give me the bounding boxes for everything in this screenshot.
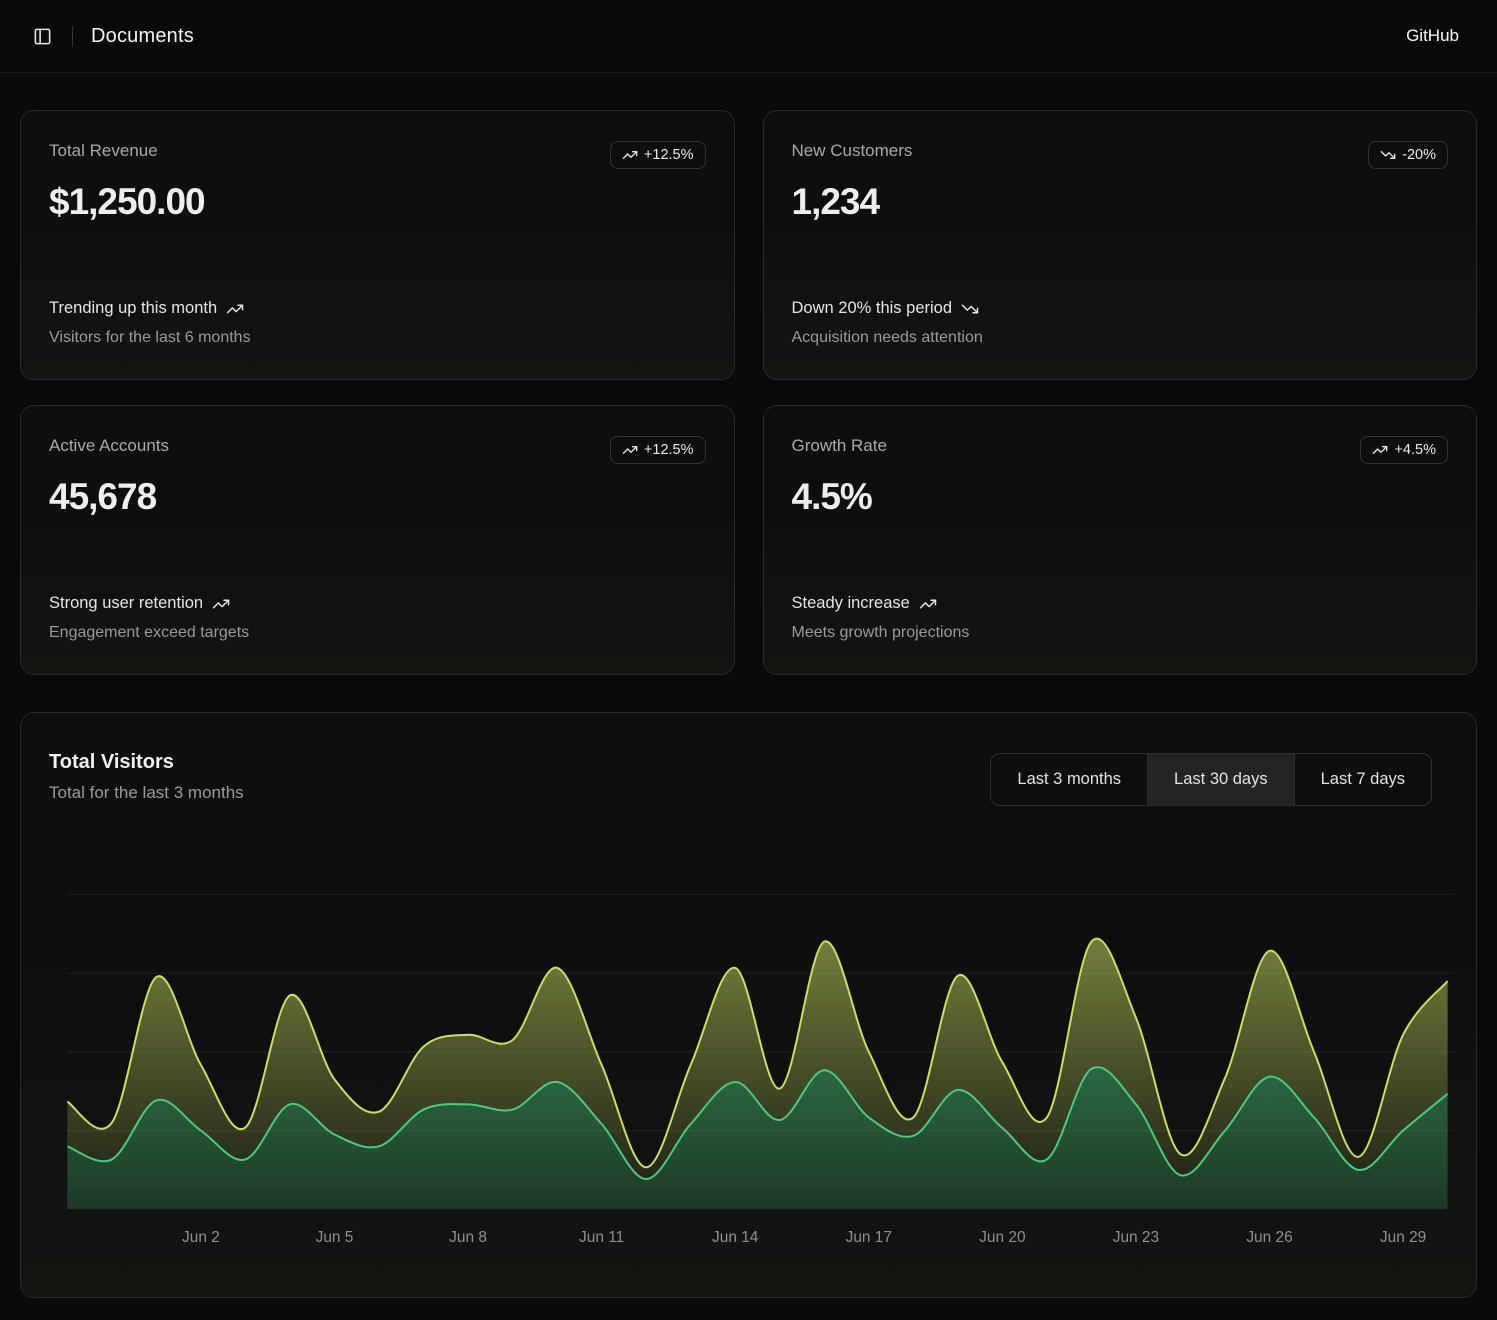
stat-label: Total Revenue bbox=[49, 141, 158, 161]
trending-up-icon bbox=[622, 147, 638, 163]
trending-down-icon bbox=[961, 300, 979, 318]
badge-value: -20% bbox=[1402, 147, 1436, 163]
header: Documents GitHub bbox=[0, 0, 1497, 73]
trending-up-icon bbox=[212, 595, 230, 613]
range-toggle-group: Last 3 months Last 30 days Last 7 days bbox=[990, 753, 1432, 806]
x-axis-tick-label: Jun 11 bbox=[579, 1229, 624, 1246]
stat-card-active-accounts: Active Accounts +12.5% 45,678 Strong use… bbox=[20, 405, 735, 675]
stat-label: New Customers bbox=[792, 141, 913, 161]
x-axis-tick-label: Jun 17 bbox=[846, 1229, 892, 1246]
stat-label: Active Accounts bbox=[49, 436, 169, 456]
stat-footer-desc: Acquisition needs attention bbox=[792, 329, 1449, 347]
trend-badge: +12.5% bbox=[610, 436, 706, 464]
trending-up-icon bbox=[1372, 442, 1388, 458]
x-axis-tick-label: Jun 20 bbox=[979, 1229, 1025, 1246]
stat-footer-title: Trending up this month bbox=[49, 299, 217, 318]
stat-footer-desc: Visitors for the last 6 months bbox=[49, 329, 706, 347]
x-axis-tick-label: Jun 2 bbox=[182, 1229, 220, 1246]
trending-up-icon bbox=[622, 442, 638, 458]
stat-footer-desc: Engagement exceed targets bbox=[49, 624, 706, 642]
stat-card-growth-rate: Growth Rate +4.5% 4.5% Steady increase M… bbox=[763, 405, 1478, 675]
stat-value: 4.5% bbox=[792, 476, 1449, 518]
stat-footer-title: Down 20% this period bbox=[792, 299, 953, 318]
x-axis-tick-label: Jun 23 bbox=[1113, 1229, 1159, 1246]
range-button-last-30-days[interactable]: Last 30 days bbox=[1147, 753, 1295, 806]
panel-left-icon bbox=[33, 27, 52, 46]
main-content: Total Revenue +12.5% $1,250.00 Trending … bbox=[0, 73, 1497, 1298]
stat-card-new-customers: New Customers -20% 1,234 Down 20% this p… bbox=[763, 110, 1478, 380]
trend-badge: +4.5% bbox=[1360, 436, 1448, 464]
x-axis-tick-label: Jun 14 bbox=[712, 1229, 759, 1246]
stat-card-total-revenue: Total Revenue +12.5% $1,250.00 Trending … bbox=[20, 110, 735, 380]
stat-footer-desc: Meets growth projections bbox=[792, 624, 1449, 642]
page-title: Documents bbox=[91, 25, 194, 48]
sidebar-toggle-button[interactable] bbox=[26, 20, 58, 52]
header-divider bbox=[72, 26, 73, 47]
range-button-last-7-days[interactable]: Last 7 days bbox=[1294, 753, 1432, 806]
stat-value: 45,678 bbox=[49, 476, 706, 518]
x-axis-tick-label: Jun 8 bbox=[449, 1229, 487, 1246]
badge-value: +4.5% bbox=[1394, 442, 1436, 458]
x-axis-tick-label: Jun 29 bbox=[1380, 1229, 1426, 1246]
trend-badge: +12.5% bbox=[610, 141, 706, 169]
github-link[interactable]: GitHub bbox=[1394, 18, 1471, 54]
stat-label: Growth Rate bbox=[792, 436, 887, 456]
total-visitors-card: Total Visitors Total for the last 3 mont… bbox=[20, 712, 1477, 1298]
range-button-last-3-months[interactable]: Last 3 months bbox=[990, 753, 1148, 806]
trending-up-icon bbox=[919, 595, 937, 613]
stat-footer-title: Steady increase bbox=[792, 594, 910, 613]
trending-up-icon bbox=[226, 300, 244, 318]
stat-footer-title: Strong user retention bbox=[49, 594, 203, 613]
trending-down-icon bbox=[1380, 147, 1396, 163]
trend-badge: -20% bbox=[1368, 141, 1448, 169]
badge-value: +12.5% bbox=[644, 442, 694, 458]
x-axis-tick-label: Jun 26 bbox=[1246, 1229, 1292, 1246]
stat-cards-grid: Total Revenue +12.5% $1,250.00 Trending … bbox=[20, 110, 1477, 675]
x-axis-tick-label: Jun 5 bbox=[316, 1229, 354, 1246]
stat-value: $1,250.00 bbox=[49, 181, 706, 223]
badge-value: +12.5% bbox=[644, 147, 694, 163]
stat-value: 1,234 bbox=[792, 181, 1449, 223]
